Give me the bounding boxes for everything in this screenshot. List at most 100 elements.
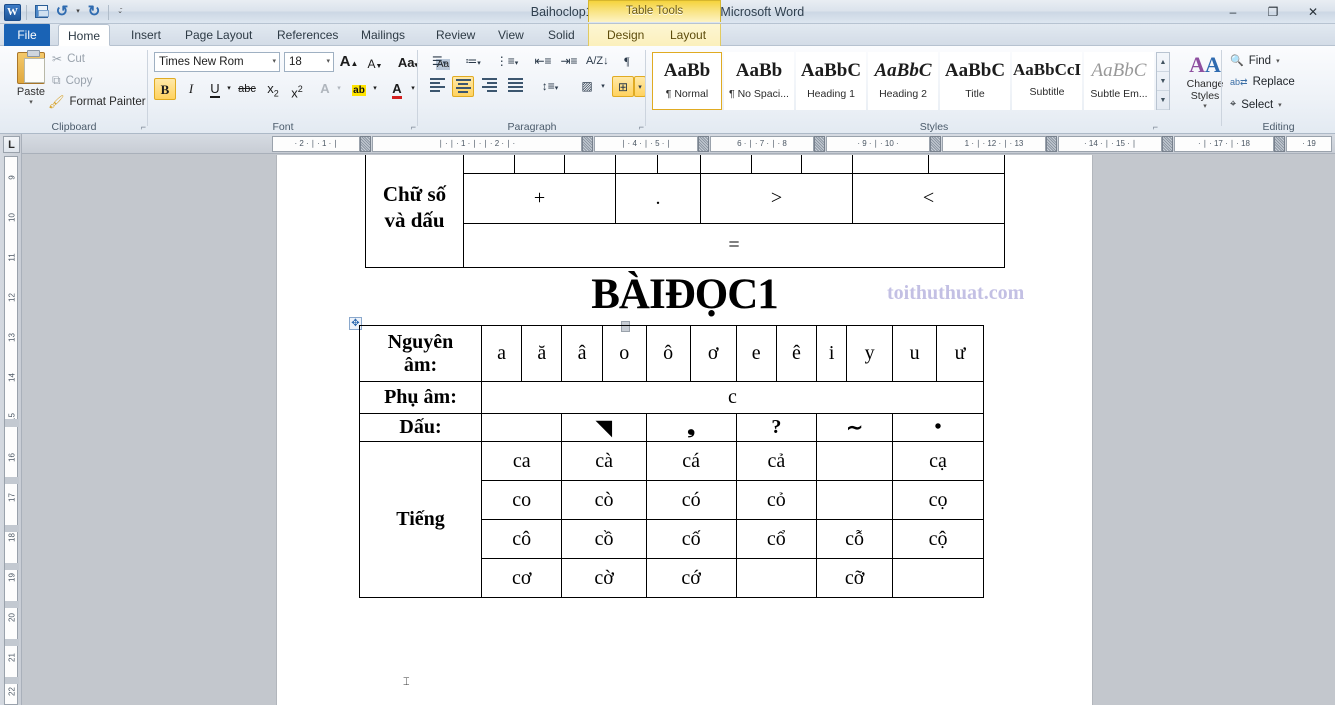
column-marker-6[interactable] (1046, 136, 1057, 152)
cell-symbol-period[interactable]: . (614, 173, 702, 224)
table-bai-doc-1[interactable]: Nguyên âm: a ă â o ô ơ e ê i y u ư Phụ â… (359, 325, 984, 598)
cell-syllable[interactable]: cờ (561, 558, 647, 598)
cell-clipped[interactable] (750, 155, 803, 174)
tab-view[interactable]: View (489, 24, 533, 46)
superscript-button[interactable]: x2 (286, 78, 308, 100)
tab-file[interactable]: File (4, 24, 50, 46)
align-center-icon[interactable] (452, 76, 474, 97)
cell-vowel-o[interactable]: o (601, 325, 647, 382)
cell-row-label[interactable]: Chữ số và dấu (365, 155, 464, 268)
show-formatting-marks-icon[interactable]: ¶ (616, 51, 638, 72)
cell-vowel-u[interactable]: u (892, 325, 938, 382)
tab-home[interactable]: Home (58, 24, 111, 46)
cell-syllable[interactable]: cà (561, 441, 647, 481)
cell-syllable[interactable]: có (645, 480, 737, 520)
bold-button[interactable]: B (154, 78, 176, 100)
tab-references[interactable]: References (268, 24, 347, 46)
cell-syllable-label[interactable]: Tiếng (359, 441, 482, 598)
grow-font-button[interactable]: A▲ (338, 51, 360, 73)
align-right-icon[interactable] (478, 76, 500, 97)
cell-syllable[interactable]: cô (480, 519, 563, 559)
cell-syllable[interactable] (816, 441, 894, 481)
cell-tone-grave[interactable]: ◥ (561, 413, 647, 442)
text-highlight-button[interactable]: ab (348, 78, 370, 100)
column-marker-8[interactable] (1274, 136, 1285, 152)
style-title[interactable]: AaBbC Title (940, 52, 1010, 110)
replace-button[interactable]: ab⇄ Replace (1230, 76, 1295, 88)
style-subtitle[interactable]: AaBbCcI Subtitle (1012, 52, 1082, 110)
cell-syllable[interactable]: cỏ (735, 480, 818, 520)
text-effects-button[interactable]: A (314, 78, 336, 100)
cell-syllable[interactable]: cạ (892, 441, 984, 481)
cell-syllable[interactable]: cồ (561, 519, 647, 559)
cell-tone-hook[interactable]: ? (735, 413, 818, 442)
font-dialog-launcher[interactable]: ⌐ (411, 122, 416, 132)
cell-syllable[interactable]: cố (645, 519, 737, 559)
cell-vowel-o-horn[interactable]: ơ (689, 325, 737, 382)
tab-insert[interactable]: Insert (122, 24, 170, 46)
cell-vowel-a[interactable]: a (480, 325, 523, 382)
vertical-ruler[interactable]: L 9 10 11 12 13 14 15 16 17 18 19 20 21 … (0, 134, 22, 705)
cell-syllable[interactable]: cỡ (816, 558, 894, 598)
cell-tone-acute[interactable]: ❟ (645, 413, 737, 442)
cell-clipped[interactable] (513, 155, 566, 174)
tab-layout[interactable]: Layout (661, 24, 715, 46)
cell-clipped[interactable] (564, 155, 616, 174)
cell-syllable[interactable] (735, 558, 818, 598)
find-dropdown-icon[interactable]: ▾ (1276, 57, 1280, 65)
tab-stop-selector[interactable]: L (3, 136, 20, 153)
cell-symbol-less[interactable]: < (851, 173, 1006, 224)
select-button[interactable]: ⌖ Select ▾ (1230, 98, 1282, 111)
cell-syllable[interactable]: cỗ (816, 519, 894, 559)
cell-tone-label[interactable]: Dấu: (359, 413, 482, 442)
increase-indent-icon[interactable]: ⇥≡ (558, 51, 580, 72)
cell-consonant-label[interactable]: Phụ âm: (359, 381, 482, 414)
cell-syllable[interactable]: cá (645, 441, 737, 481)
styles-scroll-down-icon[interactable]: ▼ (1157, 72, 1169, 91)
cell-syllable[interactable]: cả (735, 441, 818, 481)
decrease-indent-icon[interactable]: ⇤≡ (532, 51, 554, 72)
cell-clipped[interactable] (700, 155, 752, 174)
underline-dropdown-icon[interactable]: ▾ (224, 78, 234, 100)
font-color-button[interactable]: A (386, 78, 408, 100)
tab-review[interactable]: Review (427, 24, 484, 46)
vertical-ruler-track[interactable]: 9 10 11 12 13 14 15 16 17 18 19 20 21 22 (4, 156, 19, 705)
cell-vowel-a-circ[interactable]: â (561, 325, 603, 382)
column-marker-2[interactable] (582, 136, 593, 152)
document-canvas[interactable]: Chữ số và dấu + . > < = BÀIĐỌC1 toithuth… (23, 155, 1335, 705)
cell-syllable[interactable]: cò (561, 480, 647, 520)
strikethrough-button[interactable]: abc (236, 78, 258, 100)
font-name-dropdown-icon[interactable]: ▾ (272, 53, 276, 71)
cell-syllable[interactable] (816, 480, 894, 520)
font-name-combobox[interactable]: Times New Rom ▾ (154, 52, 280, 72)
multilevel-list-icon[interactable]: ⋮≡▾ (494, 51, 520, 72)
clipboard-dialog-launcher[interactable]: ⌐ (141, 122, 146, 132)
cell-tone-dot[interactable]: • (892, 413, 984, 442)
styles-gallery-scrollbar[interactable]: ▲ ▼ ▼ (1156, 52, 1170, 110)
styles-dialog-launcher[interactable]: ⌐ (1153, 122, 1158, 132)
cell-tone-none[interactable] (480, 413, 563, 442)
cell-syllable[interactable]: co (480, 480, 563, 520)
copy-button[interactable]: ⧉ Copy (52, 73, 92, 88)
cell-syllable[interactable]: cổ (735, 519, 818, 559)
shrink-font-button[interactable]: A▼ (364, 53, 386, 75)
italic-button[interactable]: I (180, 78, 202, 100)
cell-consonant-c[interactable]: c (481, 381, 984, 414)
style-heading-2[interactable]: AaBbC Heading 2 (868, 52, 938, 110)
cell-clipped[interactable] (801, 155, 853, 174)
cell-tone-tilde[interactable]: ∼ (816, 413, 894, 442)
horizontal-ruler[interactable]: · 2 · ∣ · 1 · ∣ ∣ · ∣ · 1 · ∣ · ∣ · 2 · … (22, 134, 1335, 154)
restore-button[interactable]: ❐ (1253, 1, 1293, 23)
line-spacing-icon[interactable]: ↕≡▾ (536, 76, 564, 97)
document-page[interactable]: Chữ số và dấu + . > < = BÀIĐỌC1 toithuth… (277, 155, 1092, 705)
cell-clipped[interactable] (463, 155, 515, 174)
styles-scroll-up-icon[interactable]: ▲ (1157, 53, 1169, 72)
cell-syllable[interactable]: cớ (645, 558, 737, 598)
find-button[interactable]: 🔍 Find ▾ (1230, 54, 1280, 68)
table-chu-so-va-dau[interactable]: Chữ số và dấu + . > < = (365, 155, 1006, 268)
cell-clipped[interactable] (927, 155, 1006, 174)
format-painter-button[interactable]: 🖌 Format Painter (48, 94, 146, 110)
styles-more-icon[interactable]: ▼ (1157, 91, 1169, 110)
cell-syllable[interactable]: cọ (892, 480, 984, 520)
align-left-icon[interactable] (426, 76, 448, 97)
